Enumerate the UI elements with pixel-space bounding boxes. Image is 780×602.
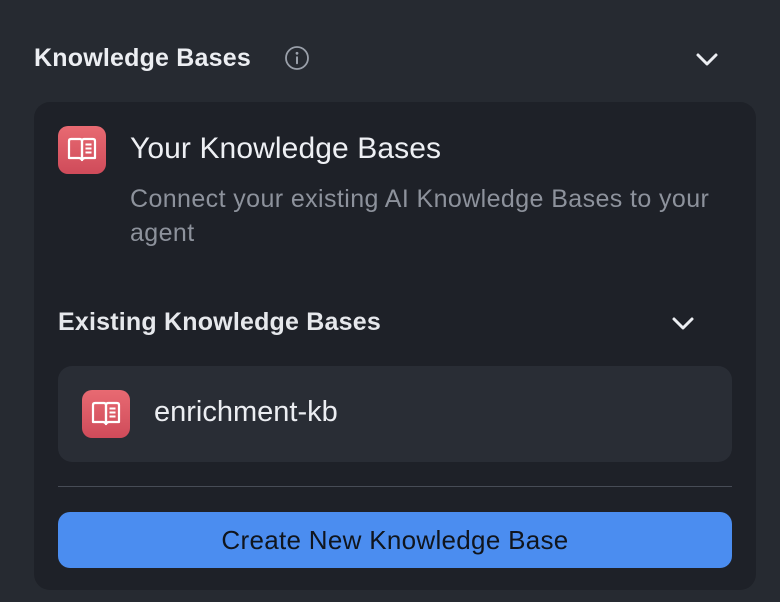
create-knowledge-base-button[interactable]: Create New Knowledge Base — [58, 512, 732, 568]
knowledge-base-name: enrichment-kb — [154, 396, 338, 428]
existing-title: Existing Knowledge Bases — [58, 308, 381, 336]
chevron-down-icon[interactable] — [668, 308, 698, 338]
existing-knowledge-bases-header[interactable]: Existing Knowledge Bases — [58, 306, 708, 340]
knowledge-bases-card: Your Knowledge Bases Connect your existi… — [34, 102, 756, 590]
chevron-down-icon[interactable] — [692, 44, 722, 74]
knowledge-bases-section-header[interactable]: Knowledge Bases — [34, 40, 734, 76]
book-icon — [82, 390, 130, 438]
card-description: Connect your existing AI Knowledge Bases… — [130, 185, 710, 247]
book-icon — [58, 126, 106, 174]
divider — [58, 486, 732, 487]
knowledge-base-item[interactable]: enrichment-kb — [58, 366, 732, 462]
info-icon[interactable] — [284, 45, 310, 71]
section-title: Knowledge Bases — [34, 44, 251, 72]
card-title: Your Knowledge Bases — [130, 132, 442, 165]
